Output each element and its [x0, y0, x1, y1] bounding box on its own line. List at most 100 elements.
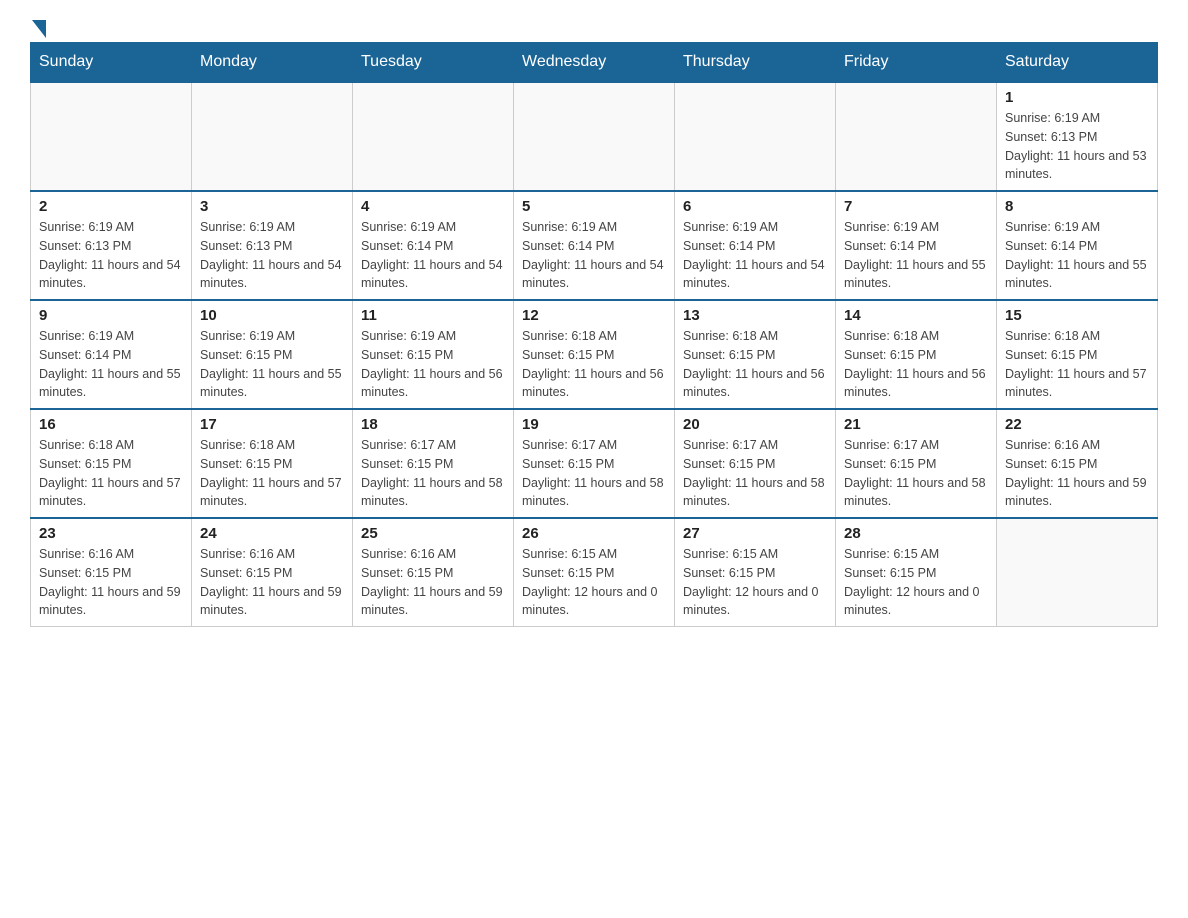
day-number: 11: [361, 307, 505, 324]
calendar-cell: 7 Sunrise: 6:19 AM Sunset: 6:14 PM Daylig…: [836, 191, 997, 300]
day-info: Sunrise: 6:19 AM Sunset: 6:14 PM Dayligh…: [522, 218, 666, 293]
calendar-cell: [514, 82, 675, 191]
day-info: Sunrise: 6:17 AM Sunset: 6:15 PM Dayligh…: [683, 436, 827, 511]
calendar-table: SundayMondayTuesdayWednesdayThursdayFrid…: [30, 42, 1158, 627]
calendar-cell: 25 Sunrise: 6:16 AM Sunset: 6:15 PM Dayli…: [353, 518, 514, 627]
day-info: Sunrise: 6:17 AM Sunset: 6:15 PM Dayligh…: [361, 436, 505, 511]
day-number: 26: [522, 525, 666, 542]
calendar-week-row: 1Sunrise: 6:19 AM Sunset: 6:13 PM Daylig…: [31, 82, 1158, 191]
day-header-sunday: Sunday: [31, 43, 192, 83]
calendar-cell: 22 Sunrise: 6:16 AM Sunset: 6:15 PM Dayli…: [997, 409, 1158, 518]
calendar-cell: 5 Sunrise: 6:19 AM Sunset: 6:14 PM Daylig…: [514, 191, 675, 300]
day-info: Sunrise: 6:19 AM Sunset: 6:13 PM Dayligh…: [200, 218, 344, 293]
day-info: Sunrise: 6:19 AM Sunset: 6:13 PM Dayligh…: [1005, 109, 1149, 184]
day-number: 13: [683, 307, 827, 324]
calendar-cell: 8 Sunrise: 6:19 AM Sunset: 6:14 PM Daylig…: [997, 191, 1158, 300]
calendar-cell: [192, 82, 353, 191]
day-info: Sunrise: 6:16 AM Sunset: 6:15 PM Dayligh…: [39, 545, 183, 620]
calendar-cell: 11 Sunrise: 6:19 AM Sunset: 6:15 PM Dayli…: [353, 300, 514, 409]
calendar-cell: 10Sunrise: 6:19 AM Sunset: 6:15 PM Dayli…: [192, 300, 353, 409]
day-header-friday: Friday: [836, 43, 997, 83]
day-number: 22: [1005, 416, 1149, 433]
day-info: Sunrise: 6:19 AM Sunset: 6:14 PM Dayligh…: [1005, 218, 1149, 293]
calendar-cell: 3 Sunrise: 6:19 AM Sunset: 6:13 PM Daylig…: [192, 191, 353, 300]
day-info: Sunrise: 6:18 AM Sunset: 6:15 PM Dayligh…: [683, 327, 827, 402]
day-info: Sunrise: 6:18 AM Sunset: 6:15 PM Dayligh…: [39, 436, 183, 511]
logo: [30, 20, 48, 32]
calendar-cell: 27 Sunrise: 6:15 AM Sunset: 6:15 PM Dayli…: [675, 518, 836, 627]
calendar-cell: 4 Sunrise: 6:19 AM Sunset: 6:14 PM Daylig…: [353, 191, 514, 300]
day-number: 9: [39, 307, 183, 324]
day-number: 24: [200, 525, 344, 542]
calendar-cell: 20 Sunrise: 6:17 AM Sunset: 6:15 PM Dayli…: [675, 409, 836, 518]
day-info: Sunrise: 6:19 AM Sunset: 6:14 PM Dayligh…: [683, 218, 827, 293]
calendar-cell: 26 Sunrise: 6:15 AM Sunset: 6:15 PM Dayli…: [514, 518, 675, 627]
day-number: 5: [522, 198, 666, 215]
calendar-cell: 15Sunrise: 6:18 AM Sunset: 6:15 PM Dayli…: [997, 300, 1158, 409]
day-number: 27: [683, 525, 827, 542]
day-number: 23: [39, 525, 183, 542]
calendar-cell: 18 Sunrise: 6:17 AM Sunset: 6:15 PM Dayli…: [353, 409, 514, 518]
calendar-cell: 13 Sunrise: 6:18 AM Sunset: 6:15 PM Dayli…: [675, 300, 836, 409]
day-info: Sunrise: 6:19 AM Sunset: 6:14 PM Dayligh…: [844, 218, 988, 293]
day-info: Sunrise: 6:16 AM Sunset: 6:15 PM Dayligh…: [361, 545, 505, 620]
day-header-monday: Monday: [192, 43, 353, 83]
day-number: 21: [844, 416, 988, 433]
day-number: 10: [200, 307, 344, 324]
day-number: 18: [361, 416, 505, 433]
calendar-cell: 12 Sunrise: 6:18 AM Sunset: 6:15 PM Dayli…: [514, 300, 675, 409]
day-info: Sunrise: 6:16 AM Sunset: 6:15 PM Dayligh…: [1005, 436, 1149, 511]
logo-arrow-icon: [32, 20, 46, 38]
calendar-cell: 21 Sunrise: 6:17 AM Sunset: 6:15 PM Dayli…: [836, 409, 997, 518]
calendar-cell: 2 Sunrise: 6:19 AM Sunset: 6:13 PM Daylig…: [31, 191, 192, 300]
day-info: Sunrise: 6:19 AM Sunset: 6:15 PM Dayligh…: [361, 327, 505, 402]
day-number: 19: [522, 416, 666, 433]
day-number: 16: [39, 416, 183, 433]
day-header-saturday: Saturday: [997, 43, 1158, 83]
day-info: Sunrise: 6:15 AM Sunset: 6:15 PM Dayligh…: [844, 545, 988, 620]
calendar-cell: 24Sunrise: 6:16 AM Sunset: 6:15 PM Dayli…: [192, 518, 353, 627]
calendar-cell: 14Sunrise: 6:18 AM Sunset: 6:15 PM Dayli…: [836, 300, 997, 409]
day-number: 14: [844, 307, 988, 324]
calendar-cell: 28 Sunrise: 6:15 AM Sunset: 6:15 PM Dayli…: [836, 518, 997, 627]
day-number: 4: [361, 198, 505, 215]
day-info: Sunrise: 6:17 AM Sunset: 6:15 PM Dayligh…: [522, 436, 666, 511]
calendar-week-row: 23 Sunrise: 6:16 AM Sunset: 6:15 PM Dayli…: [31, 518, 1158, 627]
day-info: Sunrise: 6:17 AM Sunset: 6:15 PM Dayligh…: [844, 436, 988, 511]
calendar-cell: [31, 82, 192, 191]
day-number: 20: [683, 416, 827, 433]
day-number: 2: [39, 198, 183, 215]
page-header: [30, 20, 1158, 32]
day-info: Sunrise: 6:19 AM Sunset: 6:14 PM Dayligh…: [39, 327, 183, 402]
day-number: 12: [522, 307, 666, 324]
day-info: Sunrise: 6:19 AM Sunset: 6:13 PM Dayligh…: [39, 218, 183, 293]
day-number: 15: [1005, 307, 1149, 324]
calendar-cell: [675, 82, 836, 191]
day-header-tuesday: Tuesday: [353, 43, 514, 83]
day-number: 6: [683, 198, 827, 215]
calendar-header-row: SundayMondayTuesdayWednesdayThursdayFrid…: [31, 43, 1158, 83]
calendar-cell: [997, 518, 1158, 627]
day-number: 3: [200, 198, 344, 215]
day-number: 25: [361, 525, 505, 542]
calendar-cell: 6 Sunrise: 6:19 AM Sunset: 6:14 PM Daylig…: [675, 191, 836, 300]
calendar-cell: 19 Sunrise: 6:17 AM Sunset: 6:15 PM Dayli…: [514, 409, 675, 518]
calendar-cell: [353, 82, 514, 191]
day-number: 7: [844, 198, 988, 215]
calendar-cell: 1Sunrise: 6:19 AM Sunset: 6:13 PM Daylig…: [997, 82, 1158, 191]
calendar-cell: 9 Sunrise: 6:19 AM Sunset: 6:14 PM Daylig…: [31, 300, 192, 409]
calendar-cell: [836, 82, 997, 191]
day-info: Sunrise: 6:18 AM Sunset: 6:15 PM Dayligh…: [522, 327, 666, 402]
calendar-week-row: 16 Sunrise: 6:18 AM Sunset: 6:15 PM Dayli…: [31, 409, 1158, 518]
day-info: Sunrise: 6:15 AM Sunset: 6:15 PM Dayligh…: [683, 545, 827, 620]
day-number: 28: [844, 525, 988, 542]
day-header-wednesday: Wednesday: [514, 43, 675, 83]
day-info: Sunrise: 6:15 AM Sunset: 6:15 PM Dayligh…: [522, 545, 666, 620]
calendar-cell: 17Sunrise: 6:18 AM Sunset: 6:15 PM Dayli…: [192, 409, 353, 518]
day-number: 8: [1005, 198, 1149, 215]
day-info: Sunrise: 6:19 AM Sunset: 6:14 PM Dayligh…: [361, 218, 505, 293]
calendar-week-row: 9 Sunrise: 6:19 AM Sunset: 6:14 PM Daylig…: [31, 300, 1158, 409]
day-number: 17: [200, 416, 344, 433]
calendar-cell: 16 Sunrise: 6:18 AM Sunset: 6:15 PM Dayli…: [31, 409, 192, 518]
calendar-week-row: 2 Sunrise: 6:19 AM Sunset: 6:13 PM Daylig…: [31, 191, 1158, 300]
